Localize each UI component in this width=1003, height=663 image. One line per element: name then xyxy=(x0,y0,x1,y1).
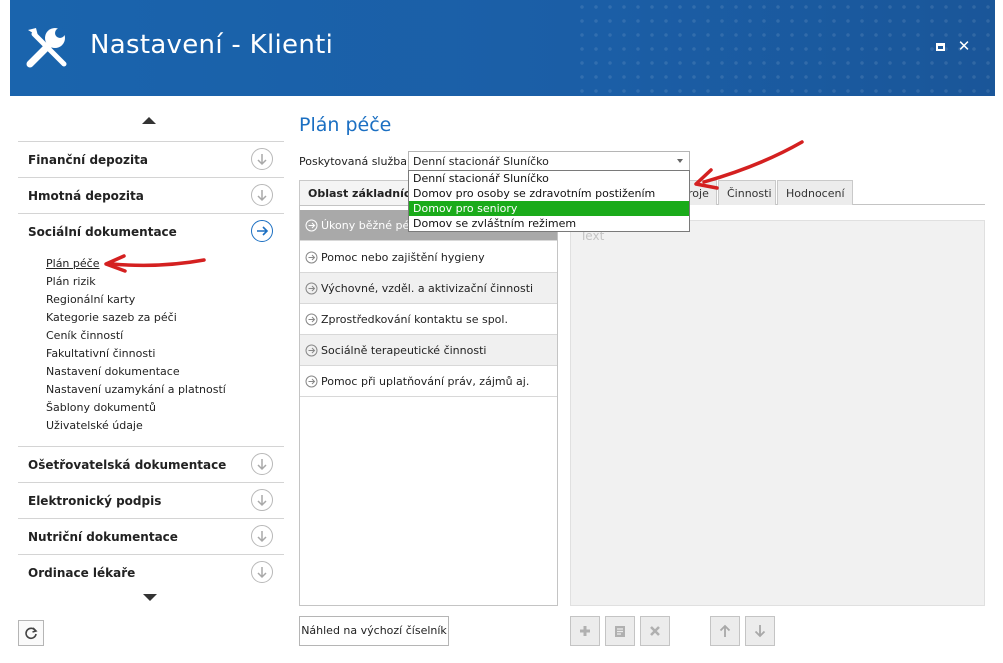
sub-item-regionalni-karty[interactable]: Regionální karty xyxy=(46,291,226,309)
circle-down-arrow-icon[interactable] xyxy=(251,148,273,170)
list-item-label: Zprostředkování kontaktu se spol. xyxy=(321,313,508,326)
move-down-button[interactable] xyxy=(745,616,775,646)
list-item-label: Sociálně terapeutické činnosti xyxy=(321,344,487,357)
list-item[interactable]: Výchovné, vzděl. a aktivizační činnosti xyxy=(300,273,557,304)
maximize-button[interactable] xyxy=(932,38,948,54)
circle-right-arrow-icon[interactable] xyxy=(251,220,273,242)
refresh-button[interactable] xyxy=(18,620,44,646)
section-elektronicky-podpis[interactable]: Elektronický podpis xyxy=(18,482,284,518)
maximize-icon xyxy=(935,43,945,51)
circle-down-arrow-icon[interactable] xyxy=(251,489,273,511)
sub-item-plan-rizik[interactable]: Plán rizik xyxy=(46,273,226,291)
close-button[interactable]: ✕ xyxy=(956,38,972,54)
circle-down-arrow-icon[interactable] xyxy=(251,184,273,206)
service-select[interactable]: Denní stacionář Sluníčko xyxy=(408,151,690,171)
list-item[interactable]: Pomoc při uplatňování práv, zájmů aj. xyxy=(300,366,557,397)
circle-right-arrow-icon xyxy=(305,282,318,295)
sidebar: Finanční depozita Hmotná depozita Sociál… xyxy=(18,106,284,611)
scroll-down-icon[interactable] xyxy=(143,594,157,601)
section-financni-depozita[interactable]: Finanční depozita xyxy=(18,141,284,177)
service-select-value: Denní stacionář Sluníčko xyxy=(413,155,549,168)
service-label: Poskytovaná služba: xyxy=(299,155,411,168)
sub-item-fakultativni-cinnosti[interactable]: Fakultativní činnosti xyxy=(46,345,226,363)
section-label: Finanční depozita xyxy=(28,153,148,167)
circle-down-arrow-icon[interactable] xyxy=(251,525,273,547)
sub-item-plan-pece[interactable]: Plán péče xyxy=(46,255,226,273)
sub-item-sablony-dokumentu[interactable]: Šablony dokumentů xyxy=(46,399,226,417)
text-area[interactable]: Text xyxy=(570,220,985,606)
sub-item-kategorie-sazeb[interactable]: Kategorie sazeb za péči xyxy=(46,309,226,327)
section-label: Ošetřovatelská dokumentace xyxy=(28,458,227,472)
list-item[interactable]: Zprostředkování kontaktu se spol. xyxy=(300,304,557,335)
arrow-up-icon xyxy=(719,624,731,637)
page-title: Plán péče xyxy=(299,114,392,136)
sub-item-nastaveni-uzamykani[interactable]: Nastavení uzamykání a platností xyxy=(46,381,226,399)
scroll-up-icon[interactable] xyxy=(142,117,156,124)
plus-icon xyxy=(580,626,590,636)
list-item-label: Pomoc nebo zajištění hygieny xyxy=(321,251,485,264)
circle-right-arrow-icon xyxy=(305,375,318,388)
sub-item-nastaveni-dokumentace[interactable]: Nastavení dokumentace xyxy=(46,363,226,381)
dropdown-option[interactable]: Domov se zvláštním režimem xyxy=(409,216,689,231)
delete-icon xyxy=(650,626,660,636)
list-item[interactable]: Sociálně terapeutické činnosti xyxy=(300,335,557,366)
dropdown-option-highlighted[interactable]: Domov pro seniory xyxy=(409,201,689,216)
list-item-label: Úkony běžné péče xyxy=(321,219,423,232)
list-item[interactable]: Pomoc nebo zajištění hygieny xyxy=(300,242,557,273)
section-label: Hmotná depozita xyxy=(28,189,144,203)
close-icon: ✕ xyxy=(957,37,971,55)
circle-right-arrow-icon xyxy=(305,344,318,357)
section-nutricni-dokumentace[interactable]: Nutriční dokumentace xyxy=(18,518,284,554)
section-hmotna-depozita[interactable]: Hmotná depozita xyxy=(18,177,284,213)
circle-down-arrow-icon[interactable] xyxy=(251,453,273,475)
section-label: Nutriční dokumentace xyxy=(28,530,178,544)
chevron-down-icon xyxy=(677,159,683,163)
circle-right-arrow-icon xyxy=(305,219,318,232)
edit-button[interactable] xyxy=(605,616,635,646)
sub-item-uzivatelske-udaje[interactable]: Uživatelské údaje xyxy=(46,417,226,435)
dropdown-option[interactable]: Domov pro osoby se zdravotním postižením xyxy=(409,186,689,201)
tab-cinnosti[interactable]: Činnosti xyxy=(718,180,776,205)
settings-window: Nastavení - Klienti ✕ Finanční depozita … xyxy=(0,0,1003,663)
sub-item-list: Plán péče Plán rizik Regionální karty Ka… xyxy=(46,255,226,435)
section-ordinace-lekare[interactable]: Ordinace lékaře xyxy=(18,554,284,590)
tab-hodnoceni[interactable]: Hodnocení xyxy=(777,180,853,205)
service-dropdown-list: Denní stacionář Sluníčko Domov pro osoby… xyxy=(408,170,690,232)
section-label: Sociální dokumentace xyxy=(28,225,177,239)
edit-icon xyxy=(615,626,625,637)
list-item-label: Výchovné, vzděl. a aktivizační činnosti xyxy=(321,282,534,295)
care-area-list: Úkony běžné péče Pomoc nebo zajištění hy… xyxy=(299,205,558,606)
list-item-label: Pomoc při uplatňování práv, zájmů aj. xyxy=(321,375,530,388)
section-osetrovatelska-dokumentace[interactable]: Ošetřovatelská dokumentace xyxy=(18,446,284,482)
wrench-screwdriver-icon xyxy=(26,28,67,68)
arrow-down-icon xyxy=(754,625,766,638)
circle-right-arrow-icon xyxy=(305,251,318,264)
circle-down-arrow-icon[interactable] xyxy=(251,561,273,583)
sub-item-cenik-cinnosti[interactable]: Ceník činností xyxy=(46,327,226,345)
dropdown-option[interactable]: Denní stacionář Sluníčko xyxy=(409,171,689,186)
circle-right-arrow-icon xyxy=(305,313,318,326)
window-title: Nastavení - Klienti xyxy=(90,30,334,60)
add-button[interactable] xyxy=(570,616,600,646)
section-socialni-dokumentace[interactable]: Sociální dokumentace xyxy=(18,213,284,249)
section-label: Ordinace lékaře xyxy=(28,566,136,580)
preview-button[interactable]: Náhled na výchozí číselník xyxy=(299,616,449,646)
delete-button[interactable] xyxy=(640,616,670,646)
move-up-button[interactable] xyxy=(710,616,740,646)
refresh-icon xyxy=(25,627,38,640)
title-bar: Nastavení - Klienti ✕ xyxy=(10,0,995,96)
section-label: Elektronický podpis xyxy=(28,494,162,508)
